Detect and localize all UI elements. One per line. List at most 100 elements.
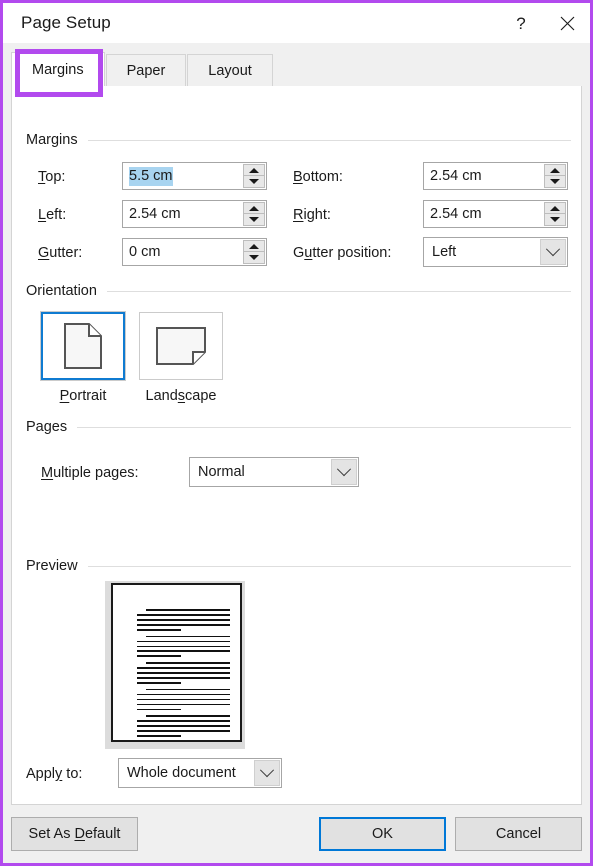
ok-button[interactable]: OK (319, 817, 446, 851)
apply-to-label: Apply to: (26, 766, 82, 782)
page-landscape-icon (155, 326, 207, 366)
tab-layout[interactable]: Layout (187, 54, 273, 86)
right-margin-value: 2.54 cm (430, 206, 482, 222)
close-icon[interactable] (544, 3, 590, 43)
preview-text-line (137, 720, 230, 722)
preview-text-line (137, 694, 230, 696)
orientation-group-header: Orientation (26, 283, 571, 299)
tab-strip: Margins Paper Layout (3, 43, 590, 86)
top-margin-decrement-icon[interactable] (243, 176, 265, 188)
preview-paragraph (137, 609, 230, 631)
gutter-increment-icon[interactable] (243, 240, 265, 252)
tab-margins-label: Margins (32, 62, 84, 78)
multiple-pages-label: Multiple pages: (41, 465, 139, 481)
preview-text-line (137, 682, 181, 684)
gutter-spinner[interactable]: 0 cm (122, 238, 267, 266)
right-margin-decrement-icon[interactable] (544, 214, 566, 226)
page-setup-dialog: Page Setup ? Margins Paper Layout Mar (3, 3, 590, 863)
set-as-default-button[interactable]: Set As Default (11, 817, 138, 851)
preview-group-header: Preview (26, 558, 571, 574)
bottom-margin-spin-buttons (543, 164, 566, 188)
set-as-default-label: Set As Default (29, 826, 121, 842)
preview-text-line (146, 609, 230, 611)
tab-paper-label: Paper (127, 63, 166, 79)
chevron-down-icon[interactable] (331, 459, 357, 485)
divider (88, 566, 571, 567)
gutter-input[interactable]: 0 cm (123, 239, 242, 265)
right-margin-label: Right: (293, 207, 331, 223)
margins-group-header: Margins (26, 132, 571, 148)
tab-layout-label: Layout (208, 63, 252, 79)
preview-text-line (137, 725, 230, 727)
page-portrait-icon (63, 322, 103, 370)
right-margin-increment-icon[interactable] (544, 202, 566, 214)
gutter-value: 0 cm (129, 244, 160, 260)
gutter-spin-buttons (242, 240, 265, 264)
preview-text-line (137, 614, 230, 616)
multiple-pages-dropdown[interactable]: Normal (189, 457, 359, 487)
preview-text-line (137, 672, 230, 674)
multiple-pages-value: Normal (190, 458, 330, 486)
preview-text-line (146, 636, 230, 638)
chevron-down-icon[interactable] (540, 239, 566, 265)
page-title: Page Setup (3, 13, 111, 33)
cancel-button-label: Cancel (496, 826, 541, 842)
top-margin-increment-icon[interactable] (243, 164, 265, 176)
orientation-group-label: Orientation (26, 283, 107, 299)
apply-to-value: Whole document (119, 759, 253, 787)
tab-margins[interactable]: Margins (11, 52, 105, 86)
preview-text-line (137, 699, 230, 701)
orientation-landscape-label: Landscape (130, 388, 232, 404)
pages-group-header: Pages (26, 419, 571, 435)
orientation-portrait-label: Portrait (41, 388, 125, 404)
margins-group-label: Margins (26, 132, 88, 148)
cancel-button[interactable]: Cancel (455, 817, 582, 851)
help-glyph: ? (516, 15, 525, 32)
gutter-label: Gutter: (38, 245, 82, 261)
tab-paper[interactable]: Paper (106, 54, 187, 86)
preview-text-line (137, 735, 181, 737)
title-bar: Page Setup ? (3, 3, 590, 43)
left-margin-input[interactable]: 2.54 cm (123, 201, 242, 227)
preview-text-line (146, 662, 230, 664)
left-margin-label: Left: (38, 207, 66, 223)
top-margin-input[interactable]: 5.5 cm (123, 163, 242, 189)
preview-text-line (137, 709, 181, 711)
bottom-margin-spinner[interactable]: 2.54 cm (423, 162, 568, 190)
bottom-margin-input[interactable]: 2.54 cm (424, 163, 543, 189)
bottom-margin-increment-icon[interactable] (544, 164, 566, 176)
preview-text-line (137, 624, 230, 626)
preview-text-line (137, 646, 230, 648)
chevron-down-icon[interactable] (254, 760, 280, 786)
left-margin-increment-icon[interactable] (243, 202, 265, 214)
divider (77, 427, 571, 428)
right-margin-input[interactable]: 2.54 cm (424, 201, 543, 227)
apply-to-dropdown[interactable]: Whole document (118, 758, 282, 788)
preview-text-line (137, 650, 230, 652)
preview-text-line (137, 677, 230, 679)
gutter-decrement-icon[interactable] (243, 252, 265, 264)
left-margin-decrement-icon[interactable] (243, 214, 265, 226)
preview-paragraph (137, 689, 230, 711)
pages-group-label: Pages (26, 419, 77, 435)
orientation-portrait-option[interactable] (41, 312, 125, 380)
gutter-position-dropdown[interactable]: Left (423, 237, 568, 267)
divider (107, 291, 571, 292)
preview-text-line (137, 730, 230, 732)
left-margin-spinner[interactable]: 2.54 cm (122, 200, 267, 228)
ok-button-label: OK (372, 826, 393, 842)
preview-text-line (137, 619, 230, 621)
preview-paragraph (137, 636, 230, 658)
top-margin-spin-buttons (242, 164, 265, 188)
bottom-margin-label: Bottom: (293, 169, 343, 185)
right-margin-spinner[interactable]: 2.54 cm (423, 200, 568, 228)
help-question-icon[interactable]: ? (498, 3, 544, 43)
top-margin-spinner[interactable]: 5.5 cm (122, 162, 267, 190)
top-margin-label: Top: (38, 169, 65, 185)
preview-text-line (137, 629, 181, 631)
gutter-position-value: Left (424, 238, 539, 266)
bottom-margin-decrement-icon[interactable] (544, 176, 566, 188)
orientation-landscape-option[interactable] (139, 312, 223, 380)
preview-paragraph (137, 662, 230, 684)
dialog-footer: Set As Default OK Cancel (3, 805, 590, 863)
